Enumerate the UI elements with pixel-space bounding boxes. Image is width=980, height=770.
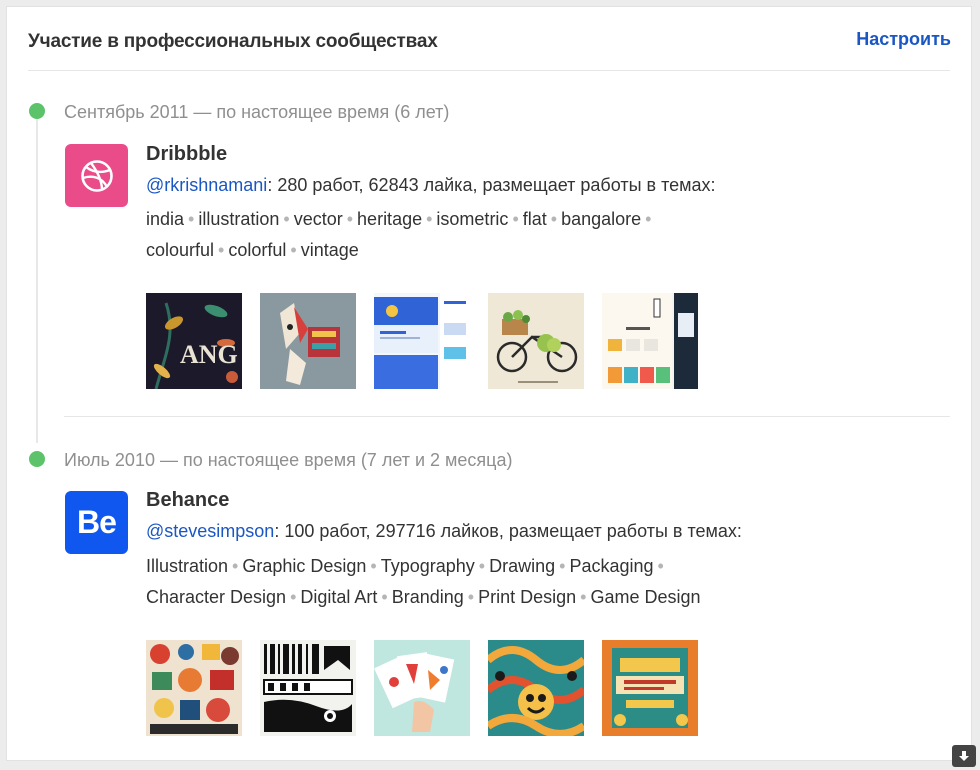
arrow-down-icon xyxy=(959,751,969,761)
timeline-line xyxy=(36,119,38,443)
membership-period: Июль 2010 — по настоящее время (7 лет и … xyxy=(64,450,513,470)
tag[interactable]: Branding xyxy=(392,587,464,607)
header-divider xyxy=(28,70,950,71)
svg-text:ANG: ANG xyxy=(180,340,238,369)
community-stats: @stevesimpson: 100 работ, 297716 лайков,… xyxy=(146,521,742,542)
behance-logo[interactable]: Be xyxy=(65,491,128,554)
thumbnail-successful-illustrator-poster[interactable] xyxy=(602,640,698,736)
timeline-dot xyxy=(29,103,45,119)
community-name: Dribbble xyxy=(146,143,228,165)
tag[interactable]: Character Design xyxy=(146,587,286,607)
settings-link[interactable]: Настроить xyxy=(856,29,951,50)
thumbnail-web-landing-page[interactable] xyxy=(374,293,470,389)
section-divider xyxy=(64,416,950,417)
thumbnail-black-white-typography[interactable] xyxy=(260,640,356,736)
dribbble-ball-icon xyxy=(80,159,113,192)
tag[interactable]: Game Design xyxy=(590,587,700,607)
tag[interactable]: Print Design xyxy=(478,587,576,607)
tag[interactable]: Drawing xyxy=(489,556,555,576)
thumbnail-psychedelic-pattern[interactable] xyxy=(488,640,584,736)
tag[interactable]: Digital Art xyxy=(300,587,377,607)
membership-period: Сентябрь 2011 — по настоящее время (6 ле… xyxy=(64,102,450,122)
profile-handle-link[interactable]: @stevesimpson xyxy=(146,521,274,541)
community-stats: @rkrishnamani: 280 работ, 62843 лайка, р… xyxy=(146,175,716,196)
behance-logo-text: Be xyxy=(77,504,117,540)
tag[interactable]: heritage xyxy=(357,209,422,229)
tag[interactable]: flat xyxy=(523,209,547,229)
tag[interactable]: vector xyxy=(294,209,343,229)
thumbnail-playing-cards[interactable] xyxy=(374,640,470,736)
tag[interactable]: Illustration xyxy=(146,556,228,576)
communities-card: Участие в профессиональных сообществах Н… xyxy=(6,6,972,761)
tag[interactable]: Graphic Design xyxy=(242,556,366,576)
community-name: Behance xyxy=(146,489,230,511)
scroll-down-button[interactable] xyxy=(952,745,976,767)
profile-handle-link[interactable]: @rkrishnamani xyxy=(146,175,267,195)
card-header: Участие в профессиональных сообществах Н… xyxy=(7,7,971,71)
tag[interactable]: colorful xyxy=(228,240,286,260)
topic-tags: Illustration • Graphic Design • Typography • D… xyxy=(146,556,701,607)
stats-text: : 280 работ, 62843 лайка, размещает рабо… xyxy=(267,175,716,195)
stats-text: : 100 работ, 297716 лайков, размещает ра… xyxy=(274,521,742,541)
thumbnail-mango-lettering[interactable]: ANG xyxy=(146,293,242,389)
tag[interactable]: colourful xyxy=(146,240,214,260)
tag[interactable]: india xyxy=(146,209,184,229)
thumbnail-decorated-cow[interactable] xyxy=(260,293,356,389)
thumbnail-insights-web-ui[interactable] xyxy=(602,293,698,389)
page-title: Участие в профессиональных сообществах xyxy=(28,31,438,52)
thumbnail-bicycle-basket[interactable] xyxy=(488,293,584,389)
tag[interactable]: Packaging xyxy=(569,556,653,576)
timeline-dot xyxy=(29,451,45,467)
tag[interactable]: Typography xyxy=(381,556,475,576)
tag[interactable]: vintage xyxy=(301,240,359,260)
topic-tags: india • illustration • vector • heritage • isome… xyxy=(146,209,652,260)
tag[interactable]: isometric xyxy=(436,209,508,229)
tag[interactable]: illustration xyxy=(198,209,279,229)
dribbble-logo[interactable] xyxy=(65,144,128,207)
thumbnail-illustrated-collage[interactable] xyxy=(146,640,242,736)
tag[interactable]: bangalore xyxy=(561,209,641,229)
